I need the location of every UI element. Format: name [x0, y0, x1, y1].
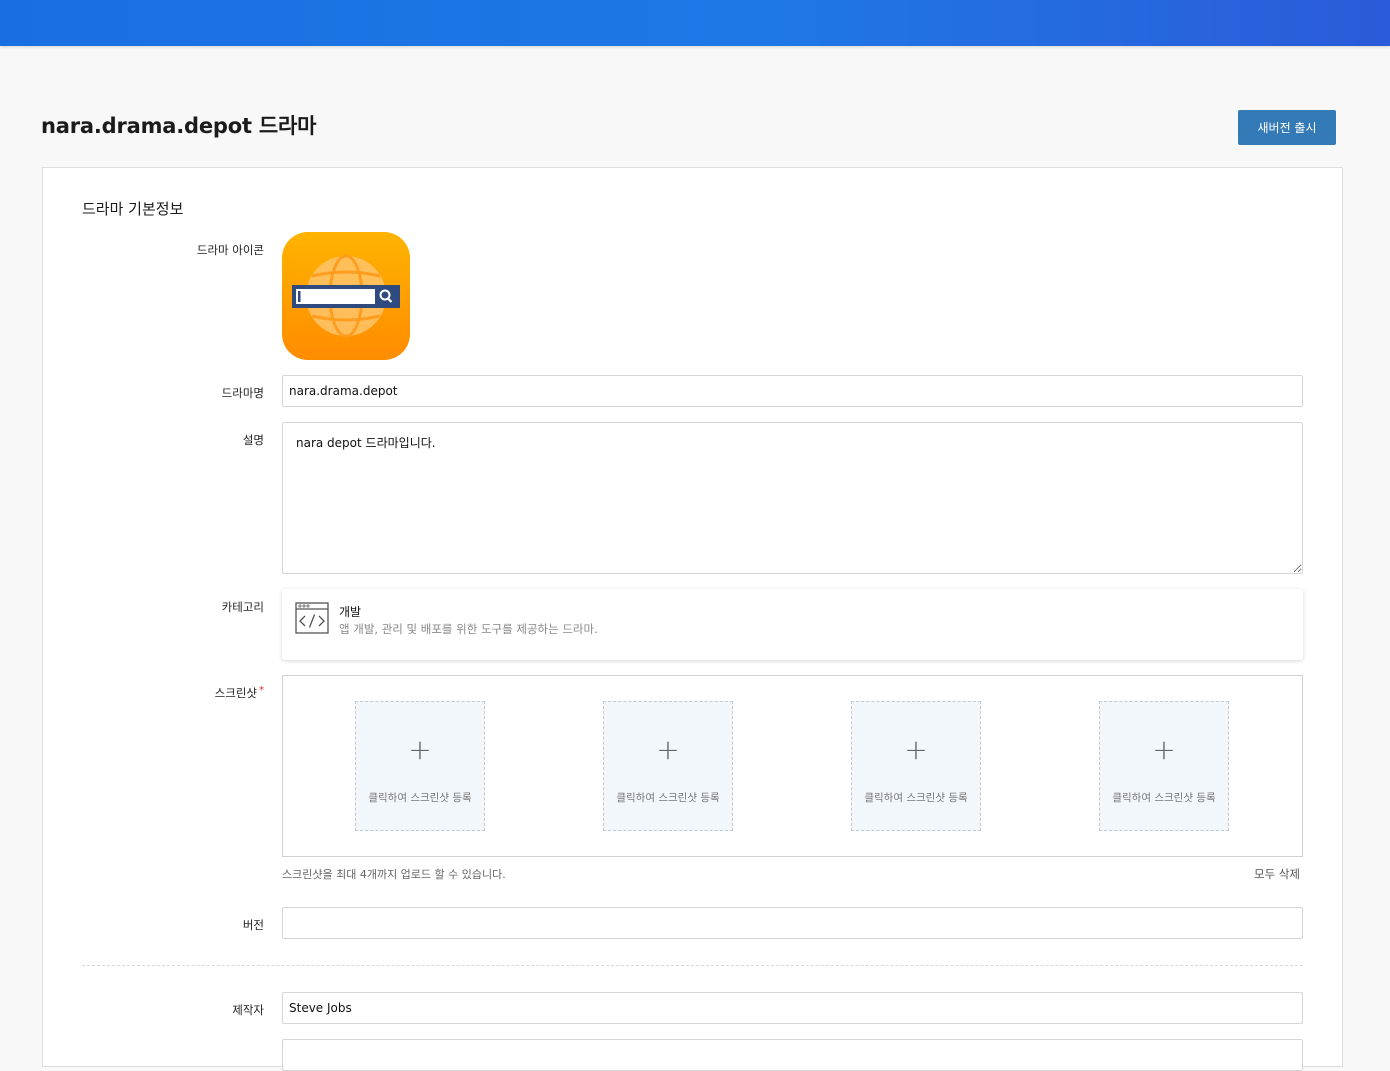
screenshot-slot-1[interactable]: + 클릭하여 스크린샷 등록: [355, 701, 485, 831]
category-card[interactable]: 개발 앱 개발, 관리 및 배포를 위한 도구를 제공하는 드라마.: [282, 589, 1303, 660]
delete-all-screenshots-link[interactable]: 모두 삭제: [1254, 866, 1300, 882]
plus-icon: +: [408, 733, 432, 766]
description-textarea[interactable]: nara depot 드라마입니다.: [282, 422, 1303, 574]
section-title: 드라마 기본정보: [82, 200, 184, 218]
screenshot-slot-text: 클릭하여 스크린샷 등록: [864, 792, 968, 804]
screenshot-slot-text: 클릭하여 스크린샷 등록: [1112, 792, 1216, 804]
required-marker: *: [259, 685, 264, 696]
category-name: 개발: [339, 605, 362, 619]
release-new-version-button[interactable]: 새버전 출시: [1238, 110, 1336, 145]
screenshot-slot-2[interactable]: + 클릭하여 스크린샷 등록: [603, 701, 733, 831]
screenshot-slot-4[interactable]: + 클릭하여 스크린샷 등록: [1099, 701, 1229, 831]
category-label: 카테고리: [221, 600, 264, 614]
screenshot-hint: 스크린샷을 최대 4개까지 업로드 할 수 있습니다.: [282, 868, 506, 881]
code-window-icon: [295, 602, 329, 634]
screenshot-upload-area: + 클릭하여 스크린샷 등록 + 클릭하여 스크린샷 등록 + 클릭하여 스크린…: [282, 675, 1303, 857]
author-label: 제작자: [232, 1003, 264, 1017]
drama-name-input[interactable]: [282, 375, 1303, 407]
icon-label: 드라마 아이콘: [196, 243, 264, 257]
version-label: 버전: [242, 918, 264, 932]
author-input[interactable]: [282, 992, 1303, 1024]
drama-icon-image[interactable]: [282, 232, 410, 360]
section-divider: [82, 965, 1303, 966]
drama-info-card: 드라마 기본정보 드라마 아이콘 드라마명 nara.drama.depot 설…: [42, 167, 1343, 1071]
plus-icon: +: [904, 733, 928, 766]
globe-search-icon: [282, 232, 410, 360]
screenshot-slot-text: 클릭하여 스크린샷 등록: [616, 792, 720, 804]
top-navigation-bar: [0, 0, 1390, 46]
version-input[interactable]: [282, 907, 1303, 939]
screenshot-label-text: 스크린샷: [214, 686, 257, 700]
screenshot-slot-3[interactable]: + 클릭하여 스크린샷 등록: [851, 701, 981, 831]
category-description: 앱 개발, 관리 및 배포를 위한 도구를 제공하는 드라마.: [339, 622, 598, 636]
name-label: 드라마명: [221, 386, 264, 400]
screenshot-label: 스크린샷 *: [215, 685, 264, 701]
plus-icon: +: [1152, 733, 1176, 766]
screenshot-slot-text: 클릭하여 스크린샷 등록: [368, 792, 472, 804]
page-title: nara.drama.depot 드라마: [41, 114, 317, 138]
next-field-input[interactable]: [282, 1039, 1303, 1071]
plus-icon: +: [656, 733, 680, 766]
description-label: 설명: [242, 433, 264, 447]
